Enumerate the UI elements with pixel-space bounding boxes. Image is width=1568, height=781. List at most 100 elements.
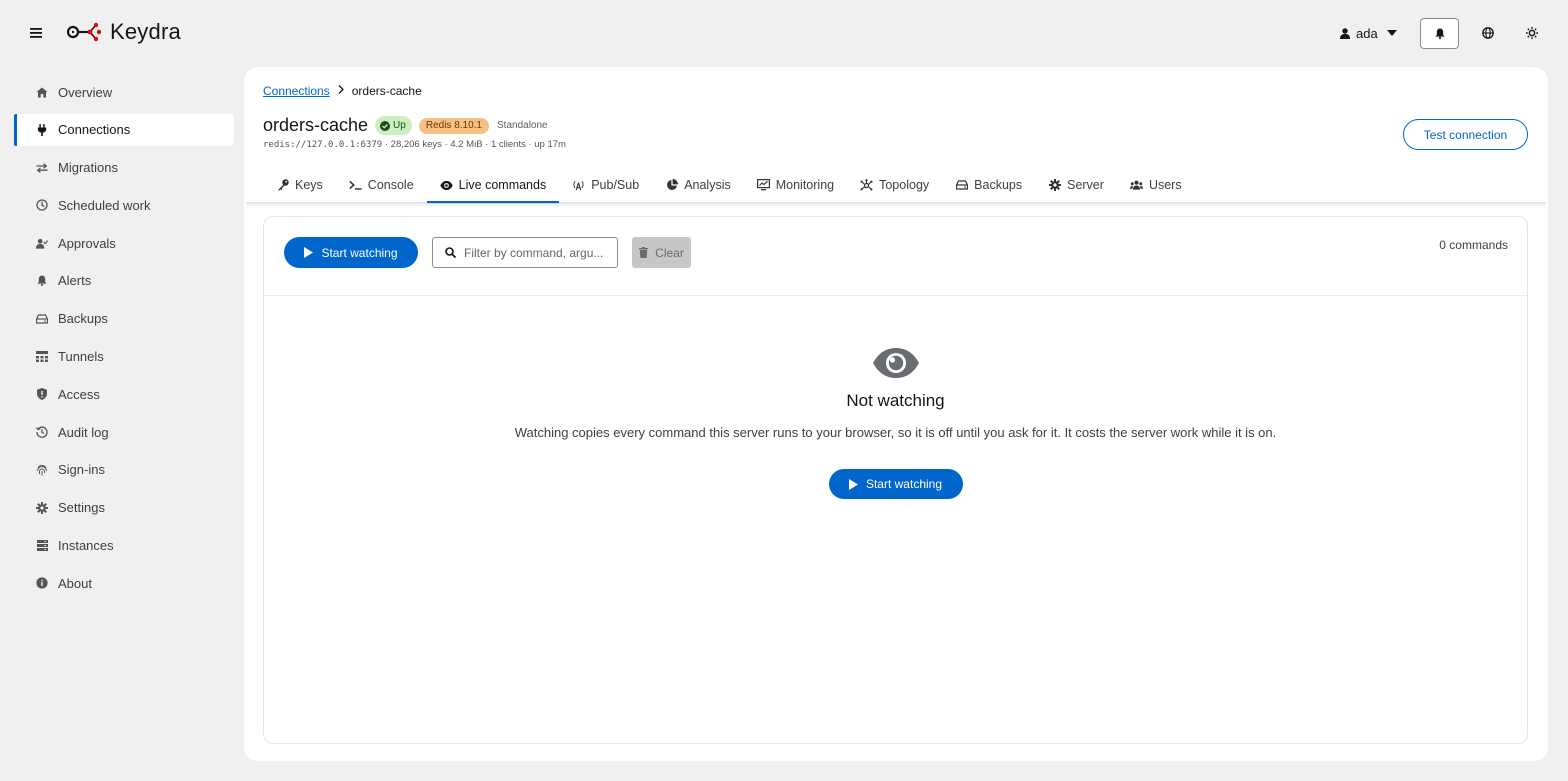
- tab-label: Live commands: [458, 178, 547, 192]
- tab-server[interactable]: Server: [1035, 167, 1117, 203]
- status-badge: Up: [375, 116, 412, 135]
- clear-label: Clear: [655, 245, 684, 260]
- sidebar-item-instances[interactable]: Instances: [14, 530, 234, 562]
- sidebar-item-label: About: [58, 575, 92, 591]
- start-watching-label: Start watching: [865, 477, 943, 491]
- live-commands-panel: Start watching Clear 0 commands Not watc…: [263, 216, 1528, 744]
- drive-icon: [36, 313, 48, 325]
- user-name: ada: [1356, 25, 1378, 41]
- eye-icon: [872, 348, 919, 378]
- network-icon: [36, 351, 48, 363]
- connection-header: orders-cache Up Redis 8.10.1 Standalone: [263, 115, 548, 136]
- tab-label: Topology: [879, 178, 930, 192]
- user-check-icon: [36, 237, 48, 249]
- sidebar-item-about[interactable]: About: [14, 567, 234, 599]
- plug-icon: [36, 123, 48, 136]
- masthead: Keydra ada: [0, 0, 1568, 66]
- app-logo[interactable]: Keydra: [66, 18, 181, 46]
- command-count: 0 commands: [1439, 238, 1508, 252]
- start-watching-button[interactable]: Start watching: [284, 237, 418, 268]
- tab-backups[interactable]: Backups: [942, 167, 1035, 203]
- tab-console[interactable]: Console: [336, 167, 427, 203]
- page-title: orders-cache: [263, 115, 369, 135]
- key-icon: [276, 179, 289, 191]
- sidebar-item-audit-log[interactable]: Audit log: [14, 416, 234, 448]
- users-icon: [1129, 180, 1143, 190]
- sidebar-item-label: Overview: [58, 84, 113, 100]
- tab-pub-sub[interactable]: Pub/Sub: [559, 167, 652, 203]
- tab-label: Users: [1148, 178, 1182, 192]
- theme-toggle-button[interactable]: [1522, 22, 1542, 44]
- chart-monitor-icon: [756, 179, 770, 191]
- tab-label: Backups: [974, 178, 1023, 192]
- trash-icon: [639, 247, 649, 258]
- home-icon: [36, 86, 48, 98]
- toolbar-divider: [264, 295, 1527, 296]
- notifications-button[interactable]: [1420, 18, 1459, 49]
- play-icon: [848, 478, 858, 490]
- user-menu[interactable]: ada: [1340, 22, 1397, 44]
- tab-label: Keys: [295, 178, 323, 192]
- arrows-exchange-icon: [36, 162, 48, 174]
- sidebar-item-label: Instances: [58, 538, 114, 554]
- caret-down-icon: [1386, 30, 1397, 36]
- start-watching-button-empty[interactable]: Start watching: [828, 469, 963, 499]
- start-watching-label: Start watching: [321, 245, 398, 260]
- chevron-right-icon: [338, 85, 344, 97]
- sidebar-item-label: Audit log: [58, 424, 109, 440]
- gear-icon: [1048, 179, 1061, 191]
- filter-field[interactable]: [432, 237, 618, 268]
- sidebar-item-approvals[interactable]: Approvals: [14, 227, 234, 259]
- main-panel: Connections orders-cache orders-cache Up…: [244, 67, 1548, 761]
- keydra-logo-icon: [66, 22, 102, 42]
- tab-label: Monitoring: [775, 178, 835, 192]
- sidebar-item-label: Tunnels: [58, 349, 104, 365]
- tab-divider: [246, 203, 1546, 207]
- fingerprint-icon: [36, 464, 48, 476]
- clock-icon: [36, 199, 48, 212]
- drive-icon: [955, 180, 968, 190]
- tab-live-commands[interactable]: Live commands: [426, 167, 560, 204]
- hamburger-menu-icon[interactable]: [26, 22, 46, 44]
- sidebar-item-migrations[interactable]: Migrations: [14, 152, 234, 184]
- terminal-icon: [349, 180, 362, 190]
- sidebar-item-label: Migrations: [58, 160, 118, 176]
- empty-state: Not watching Watching copies every comma…: [264, 347, 1527, 499]
- sidebar-item-label: Approvals: [58, 235, 116, 251]
- info-icon: [36, 577, 48, 589]
- connection-url: redis://127.0.0.1:6379: [263, 140, 383, 150]
- tab-label: Pub/Sub: [591, 178, 640, 192]
- sidebar-item-alerts[interactable]: Alerts: [14, 265, 234, 297]
- sidebar-item-label: Sign-ins: [58, 462, 105, 478]
- sidebar-item-sign-ins[interactable]: Sign-ins: [14, 454, 234, 486]
- sun-icon: [1526, 27, 1538, 39]
- clear-button[interactable]: Clear: [632, 237, 691, 268]
- tab-monitoring[interactable]: Monitoring: [744, 167, 847, 203]
- test-connection-button[interactable]: Test connection: [1403, 119, 1528, 150]
- tab-keys[interactable]: Keys: [246, 167, 336, 203]
- app-name: Keydra: [110, 19, 181, 44]
- topology-icon: [860, 178, 873, 192]
- bell-icon: [36, 275, 48, 287]
- bell-icon: [1434, 28, 1445, 39]
- tab-topology[interactable]: Topology: [847, 167, 942, 203]
- sidebar-item-tunnels[interactable]: Tunnels: [14, 341, 234, 373]
- filter-input[interactable]: [464, 245, 604, 260]
- breadcrumb-link-connections[interactable]: Connections: [263, 84, 330, 98]
- sidebar-item-overview[interactable]: Overview: [14, 76, 234, 108]
- status-text: Up: [393, 120, 406, 131]
- sidebar-item-settings[interactable]: Settings: [14, 492, 234, 524]
- sidebar-item-scheduled-work[interactable]: Scheduled work: [14, 189, 234, 221]
- breadcrumb: Connections orders-cache: [263, 84, 422, 98]
- tab-analysis[interactable]: Analysis: [652, 167, 744, 203]
- tab-users[interactable]: Users: [1117, 167, 1195, 203]
- check-circle-icon: [380, 120, 391, 131]
- sidebar-item-backups[interactable]: Backups: [14, 303, 234, 335]
- sidebar-item-label: Settings: [58, 500, 105, 516]
- sidebar-nav: Overview Connections Migrations Schedule…: [0, 76, 244, 605]
- sidebar-item-connections[interactable]: Connections: [14, 113, 234, 146]
- language-button[interactable]: [1478, 22, 1498, 44]
- sidebar-item-label: Connections: [58, 122, 131, 138]
- tab-label: Analysis: [684, 178, 731, 192]
- sidebar-item-access[interactable]: Access: [14, 378, 234, 410]
